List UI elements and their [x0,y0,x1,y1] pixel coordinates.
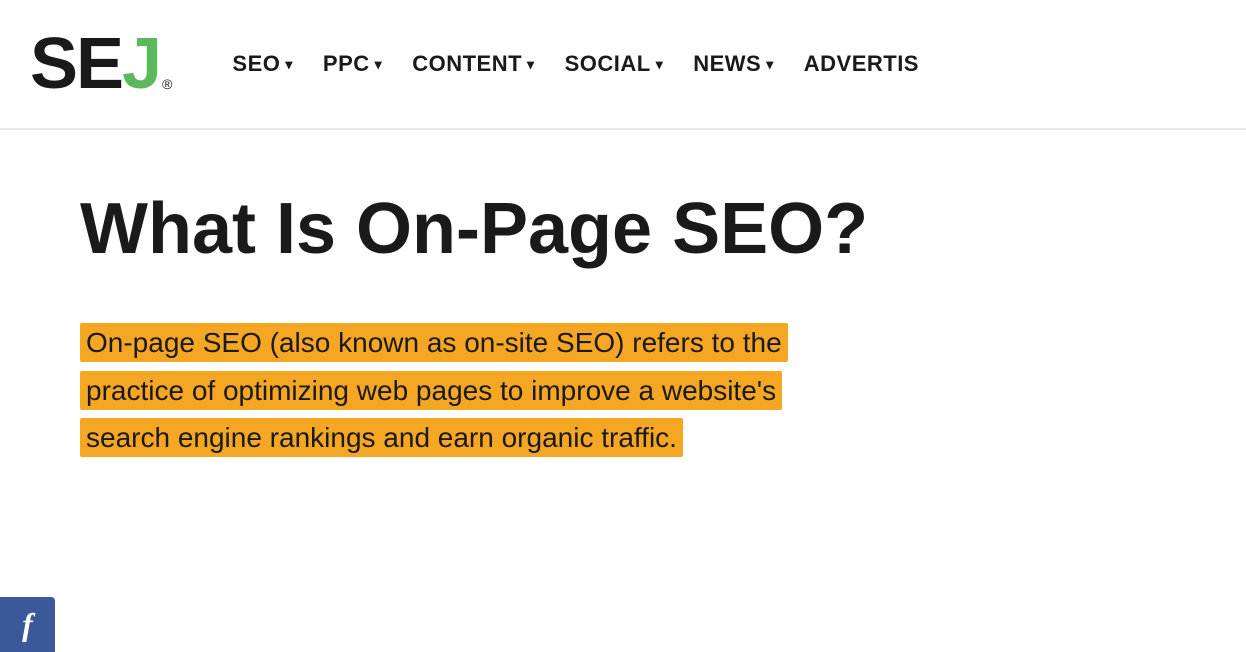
nav-label-ppc: PPC [323,51,370,77]
chevron-down-icon-news: ▾ [766,56,774,73]
nav-label-social: SOCIAL [565,51,651,77]
nav-item-advertis[interactable]: ADVERTIS [794,46,929,82]
nav-item-ppc[interactable]: PPC ▾ [313,46,392,82]
nav-item-seo[interactable]: SEO ▾ [222,46,303,82]
logo-text: SEJ [30,28,160,100]
highlight-line-1: On-page SEO (also known as on-site SEO) … [80,323,788,362]
facebook-button[interactable]: f [0,597,55,652]
header: SEJ ® SEO ▾ PPC ▾ CONTENT ▾ SOCIAL ▾ NEW… [0,0,1246,130]
chevron-down-icon-seo: ▾ [285,56,293,73]
highlight-line-3: search engine rankings and earn organic … [80,418,683,457]
logo-j: J [122,28,160,100]
highlight-line-2: practice of optimizing web pages to impr… [80,371,782,410]
facebook-icon: f [22,606,33,643]
chevron-down-icon-ppc: ▾ [375,56,383,73]
description-text: On-page SEO (also known as on-site SEO) … [80,319,1020,462]
nav-label-content: CONTENT [412,51,522,77]
nav-item-social[interactable]: SOCIAL ▾ [555,46,674,82]
nav-label-seo: SEO [232,51,280,77]
main-content: What Is On-Page SEO? On-page SEO (also k… [0,130,1100,502]
logo[interactable]: SEJ ® [30,28,172,100]
logo-se: SE [30,28,122,100]
description-block: On-page SEO (also known as on-site SEO) … [80,319,1020,462]
nav-item-content[interactable]: CONTENT ▾ [402,46,544,82]
nav-label-advertis: ADVERTIS [804,51,919,77]
chevron-down-icon-social: ▾ [656,56,664,73]
nav-label-news: NEWS [693,51,761,77]
main-nav: SEO ▾ PPC ▾ CONTENT ▾ SOCIAL ▾ NEWS ▾ AD… [222,46,929,82]
chevron-down-icon-content: ▾ [527,56,535,73]
page-title: What Is On-Page SEO? [80,190,1020,269]
logo-registered: ® [162,76,172,92]
nav-item-news[interactable]: NEWS ▾ [683,46,784,82]
